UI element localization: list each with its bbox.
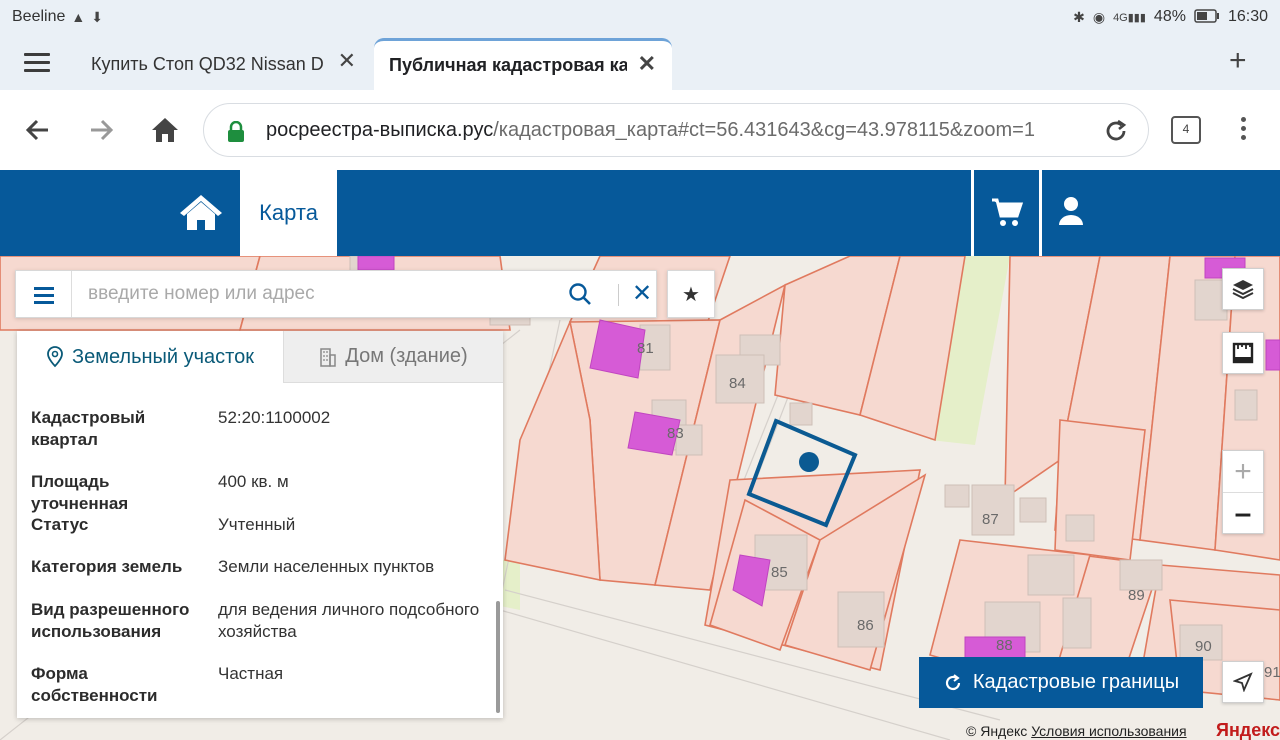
url-path: /кадастровая_карта#ct=56.431643&cg=43.97… <box>493 119 1035 141</box>
attribute-value: для ведения личного подсобного хозяйства <box>218 600 480 641</box>
home-icon <box>152 118 178 142</box>
terms-link[interactable]: Условия использования <box>1031 723 1186 739</box>
search-bar: ✕ <box>15 270 657 318</box>
download-icon: ⬇ <box>91 8 103 25</box>
attribute-value: 400 кв. м <box>218 472 289 491</box>
attribute-value: Частная <box>218 664 284 683</box>
arrow-left-icon <box>25 119 48 141</box>
location-pin-icon <box>46 346 64 368</box>
house-number: 91 <box>1264 664 1280 681</box>
house-number: 87 <box>982 511 999 528</box>
browser-tab-2[interactable]: Публичная кадастровая ка ✕ <box>374 38 672 90</box>
lock-icon <box>226 120 246 148</box>
reload-icon[interactable] <box>1102 117 1130 150</box>
house-number: 88 <box>996 637 1013 654</box>
attribute-value: Учтенный <box>218 515 296 534</box>
arrow-right-icon <box>91 119 114 141</box>
house-number: 86 <box>857 617 874 634</box>
ghost-icon: ▲ <box>71 9 86 25</box>
status-bar: Beeline ▲ ⬇ ✱ ◉ 4G▮▮▮ 48% 16:30 <box>0 0 1280 34</box>
forward-button[interactable] <box>83 112 119 148</box>
site-home-icon[interactable] <box>178 192 224 237</box>
house-number: 90 <box>1195 638 1212 655</box>
battery-percent: 48% <box>1153 8 1186 25</box>
house-number: 83 <box>667 425 684 442</box>
panel-scrollbar[interactable] <box>496 601 500 713</box>
tab-land-plot[interactable]: Земельный участок <box>17 331 283 383</box>
cart-icon[interactable] <box>990 196 1024 233</box>
attribute-value: Земли населенных пунктов <box>218 557 435 576</box>
carrier-label: Beeline <box>12 8 66 25</box>
more-options-icon[interactable] <box>1233 114 1253 146</box>
tab-menu-button[interactable] <box>20 50 54 76</box>
clear-icon[interactable]: ✕ <box>632 279 652 308</box>
attribute-label: Площадь уточненная <box>31 472 129 513</box>
house-number: 85 <box>771 564 788 581</box>
map-tab[interactable]: Карта <box>240 170 337 256</box>
zoom-control: + – <box>1222 450 1264 534</box>
bluetooth-icon: ✱ <box>1073 8 1085 25</box>
attribute-label: Форма собственности <box>31 664 158 705</box>
clock: 16:30 <box>1227 8 1268 25</box>
ruler-icon <box>1232 342 1254 364</box>
site-header: Карта <box>0 170 1280 256</box>
favorites-button[interactable]: ★ <box>667 270 715 318</box>
zoom-in-button[interactable]: + <box>1223 451 1263 493</box>
map-copyright: © Яндекс Условия использования <box>966 723 1187 739</box>
url-domain: росреестра-выписка.рус <box>266 119 494 141</box>
search-icon[interactable] <box>568 282 592 311</box>
panel-tabs: Земельный участок Дом (здание) <box>17 331 503 383</box>
tab-label: Дом (здание) <box>345 345 468 367</box>
building-icon <box>319 347 337 367</box>
house-number: 81 <box>637 340 654 357</box>
browser-toolbar: росреестра-выписка.рус/кадастровая_карта… <box>0 90 1280 170</box>
tab-switcher-button[interactable]: 4 <box>1171 116 1201 144</box>
back-button[interactable] <box>20 112 56 148</box>
zoom-out-button[interactable]: – <box>1223 493 1263 535</box>
refresh-icon <box>943 673 963 693</box>
ruler-button[interactable] <box>1222 332 1264 374</box>
layers-button[interactable] <box>1222 268 1264 310</box>
eye-icon: ◉ <box>1092 8 1106 25</box>
cadastral-borders-button[interactable]: Кадастровые границы <box>919 657 1203 708</box>
attribute-label: Кадастровый квартал <box>31 408 146 449</box>
geolocation-button[interactable] <box>1222 661 1264 703</box>
user-icon[interactable] <box>1058 196 1084 231</box>
signal-icon: 4G▮▮▮ <box>1113 11 1146 24</box>
tab-title: Купить Стоп QD32 Nissan D <box>91 53 324 74</box>
star-icon: ★ <box>682 283 700 306</box>
tab-title: Публичная кадастровая ка <box>389 55 627 75</box>
selected-parcel-marker[interactable] <box>799 452 819 472</box>
cadastral-borders-label: Кадастровые границы <box>972 671 1180 693</box>
home-button[interactable] <box>147 112 183 148</box>
tab-strip: Купить Стоп QD32 Nissan D ✕ Публичная ка… <box>0 34 1280 90</box>
navigation-arrow-icon <box>1233 672 1253 692</box>
attribute-value: 52:20:1100002 <box>218 408 331 427</box>
copyright-text: © Яндекс <box>966 723 1028 739</box>
parcel-attributes[interactable]: Кадастровый квартал 52:20:1100002 Площад… <box>17 383 503 718</box>
close-icon[interactable]: ✕ <box>638 53 656 75</box>
url-bar[interactable]: росреестра-выписка.рус/кадастровая_карта… <box>203 103 1149 157</box>
house-number: 89 <box>1128 587 1145 604</box>
tab-label: Земельный участок <box>71 345 254 368</box>
search-divider <box>618 284 619 306</box>
header-divider <box>1039 170 1042 256</box>
search-input[interactable] <box>88 279 568 309</box>
attribute-label: Вид разрешенного использования <box>31 600 190 641</box>
yandex-logo: Яндекс <box>1216 720 1280 740</box>
layers-icon <box>1232 280 1254 300</box>
parcel-info-panel: Земельный участок Дом (здание) Кадастров… <box>17 331 503 718</box>
menu-icon[interactable] <box>16 271 72 317</box>
new-tab-button[interactable]: + <box>1229 46 1247 76</box>
url-text: росреестра-выписка.рус/кадастровая_карта… <box>266 119 1092 142</box>
attribute-label: Статус <box>31 515 89 534</box>
close-icon[interactable]: ✕ <box>338 50 356 72</box>
header-divider <box>971 170 974 256</box>
battery-icon <box>1194 8 1220 26</box>
attribute-label: Категория земель <box>31 557 183 576</box>
browser-tab-1[interactable]: Купить Стоп QD32 Nissan D ✕ <box>76 38 372 90</box>
house-number: 84 <box>729 375 746 392</box>
tab-building[interactable]: Дом (здание) <box>283 331 503 383</box>
network-type-label: 4G <box>1113 11 1128 24</box>
